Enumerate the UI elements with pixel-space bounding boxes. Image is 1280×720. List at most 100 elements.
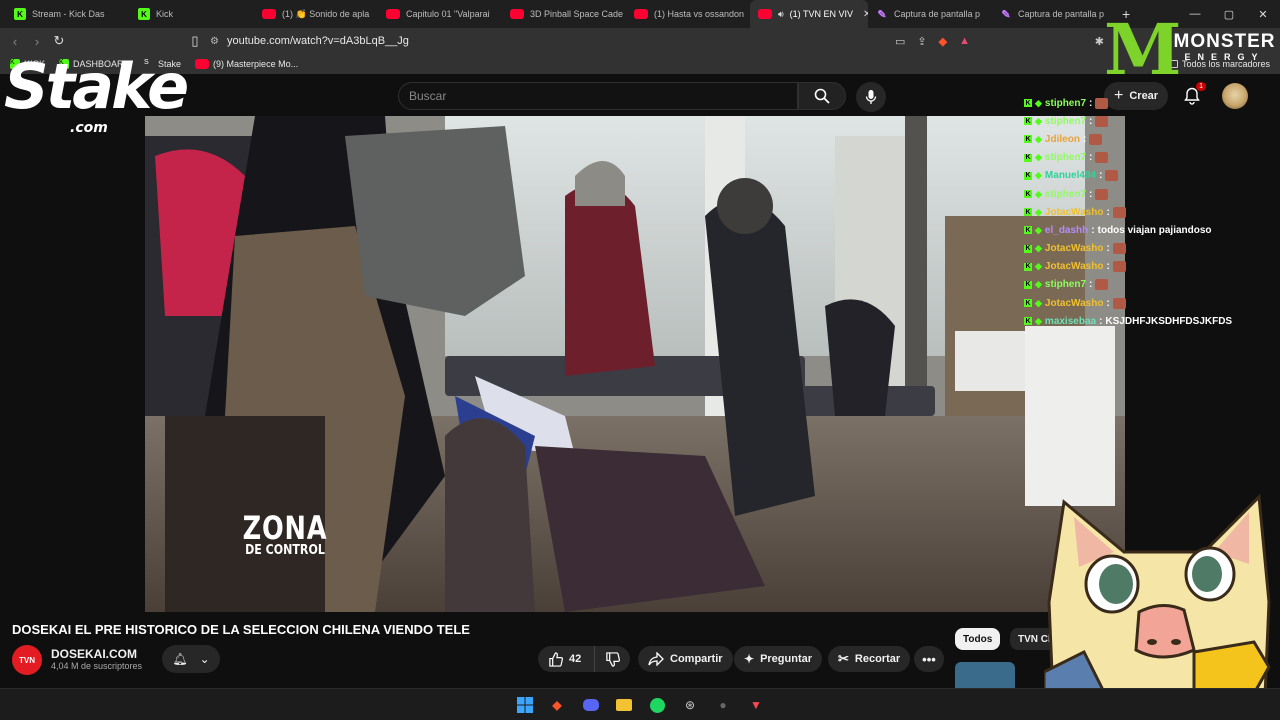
monster-energy-logo: M MONSTER ENERGY <box>1104 8 1276 91</box>
kick-badge-icon: K <box>1024 153 1032 162</box>
search-input[interactable]: Buscar <box>398 82 798 110</box>
emote-icon <box>1095 152 1109 164</box>
diamond-badge-icon: ◆ <box>1035 152 1042 163</box>
subscription-bell-button[interactable]: 🔔︎ ⌄ <box>162 645 220 673</box>
explorer-icon[interactable] <box>615 697 633 713</box>
share-button[interactable]: Compartir <box>638 646 733 672</box>
emote-icon <box>1112 243 1126 255</box>
tab-title: (1) 👏 Sonido de apla <box>282 8 370 19</box>
kick-badge-icon: K <box>1024 244 1032 253</box>
tab-title: Captura de pantalla p <box>894 9 981 19</box>
video-title: DOSEKAI EL PRE HISTORICO DE LA SELECCION… <box>12 622 470 637</box>
bookmark-label: (9) Masterpiece Mo... <box>213 59 299 69</box>
browser-tab[interactable]: ✎ Captura de pantalla p <box>992 0 1116 28</box>
valorant-icon[interactable]: ▼ <box>747 697 765 713</box>
related-video-thumbnail[interactable] <box>955 662 1015 688</box>
diamond-badge-icon: ◆ <box>1035 97 1042 108</box>
diamond-badge-icon: ◆ <box>1035 115 1042 126</box>
chat-message: K ◆ stiphen7: <box>1024 149 1280 167</box>
chat-message: K ◆ stiphen7: <box>1024 276 1280 294</box>
address-bar[interactable]: ⚙ youtube.com/watch?v=dA3bLqB__Jg <box>210 31 1010 51</box>
yt-icon <box>634 9 648 19</box>
like-button[interactable]: 42 <box>538 646 594 672</box>
yt-icon <box>510 9 524 19</box>
microphone-icon <box>865 90 877 104</box>
back-icon[interactable]: ‹ <box>4 34 26 49</box>
stake-suffix: .com <box>70 120 108 136</box>
tab-title: Kick <box>156 9 174 19</box>
forward-icon[interactable]: › <box>26 34 48 49</box>
brave-shields-icon[interactable]: ◆ <box>939 35 947 48</box>
chip-todos[interactable]: Todos <box>955 628 1001 650</box>
emote-icon <box>1112 261 1126 273</box>
chat-username: JotacWasho <box>1044 297 1104 309</box>
channel-avatar[interactable]: TVN <box>12 645 42 675</box>
browser-tab[interactable]: 🔊︎ (1) TVN EN VIV ✕ <box>750 0 868 28</box>
pen-icon: ✎ <box>877 8 887 21</box>
kick-icon: K <box>138 8 150 20</box>
emote-icon <box>1095 188 1109 200</box>
cast-icon[interactable]: ▭ <box>895 35 905 48</box>
browser-tab[interactable]: (1) Hasta vs ossandon <box>626 0 750 28</box>
obs-icon[interactable]: ● <box>714 697 732 713</box>
site-settings-icon[interactable]: ⚙ <box>210 36 219 47</box>
kick-badge-icon: K <box>1024 280 1032 289</box>
clip-button[interactable]: ✂ Recortar <box>828 646 911 672</box>
steam-icon[interactable]: ⊛ <box>681 697 699 713</box>
chat-separator: : <box>1089 188 1093 200</box>
emote-icon <box>1089 133 1103 145</box>
chat-message: K ◆ stiphen7: <box>1024 112 1280 130</box>
address-actions: ▭ ⇪ ◆ ▲ <box>895 28 970 54</box>
more-actions-button[interactable]: ••• <box>914 646 944 672</box>
tab-title: Stream - Kick Das <box>32 9 105 19</box>
share-arrow-icon <box>648 652 664 666</box>
browser-tab[interactable]: Capitulo 01 "Valparai <box>378 0 502 28</box>
share-icon[interactable]: ⇪ <box>917 35 926 48</box>
browser-tab[interactable]: 3D Pinball Space Cade <box>502 0 626 28</box>
browser-tab[interactable]: (1) 👏 Sonido de apla <box>254 0 378 28</box>
windows-taskbar: ◆ ⊛ ● ▼ <box>0 688 1280 720</box>
chat-separator: : <box>1089 152 1093 164</box>
bookmark-icon[interactable]: ▯ <box>184 33 206 49</box>
diamond-badge-icon: ◆ <box>1035 243 1042 254</box>
kick-badge-icon: K <box>1024 208 1032 217</box>
scissors-icon: ✂ <box>838 651 849 666</box>
channel-name[interactable]: DOSEKAI.COM <box>51 647 137 661</box>
emote-icon <box>1095 97 1109 109</box>
brave-icon[interactable]: ◆ <box>548 697 566 713</box>
diamond-badge-icon: ◆ <box>1035 297 1042 308</box>
voice-search-button[interactable] <box>856 82 886 112</box>
dislike-button[interactable] <box>594 646 630 672</box>
tab-title: (1) TVN EN VIV <box>789 9 854 19</box>
pen-icon: ✎ <box>1001 8 1011 21</box>
brave-rewards-icon[interactable]: ▲ <box>959 35 970 47</box>
more-icon: ••• <box>922 651 936 667</box>
chat-separator: : <box>1099 315 1103 327</box>
kick-badge-icon: K <box>1024 226 1032 235</box>
bookmark-item[interactable]: (9) Masterpiece Mo... <box>189 59 304 69</box>
extensions-icon[interactable]: ✱ <box>1095 35 1104 48</box>
chat-message: K ◆ JotacWasho: <box>1024 294 1280 312</box>
tab-title: 3D Pinball Space Cade <box>530 9 624 19</box>
browser-tab[interactable]: K Kick <box>130 0 254 28</box>
search-placeholder: Buscar <box>409 89 447 103</box>
browser-toolbar: ‹ › ↻ ▯ ⚙ youtube.com/watch?v=dA3bLqB__J… <box>0 28 1280 54</box>
yt-icon <box>758 9 772 19</box>
search-button[interactable] <box>798 82 846 110</box>
windows-icon[interactable] <box>516 697 534 713</box>
browser-tab[interactable]: K Stream - Kick Das <box>6 0 130 28</box>
chat-separator: : <box>1106 261 1110 273</box>
diamond-badge-icon: ◆ <box>1035 279 1042 290</box>
browser-tab[interactable]: ✎ Captura de pantalla p <box>868 0 992 28</box>
bookmarks-bar: K KICK K DASHBOARD S Stake (9) Masterpiece Mo.… <box>0 54 1280 74</box>
chat-separator: : <box>1089 115 1093 127</box>
chat-message: K ◆ JotacWasho: <box>1024 240 1280 258</box>
chat-username: maxisebaa <box>1044 315 1097 327</box>
monster-claw-icon: M <box>1104 8 1182 91</box>
spotify-icon[interactable] <box>648 697 666 713</box>
chat-separator: : <box>1106 243 1110 255</box>
notification-badge: 1 <box>1196 82 1206 91</box>
reload-icon[interactable]: ↻ <box>48 33 70 49</box>
ask-button[interactable]: ✦ Preguntar <box>734 646 823 672</box>
discord-icon[interactable] <box>582 697 600 713</box>
